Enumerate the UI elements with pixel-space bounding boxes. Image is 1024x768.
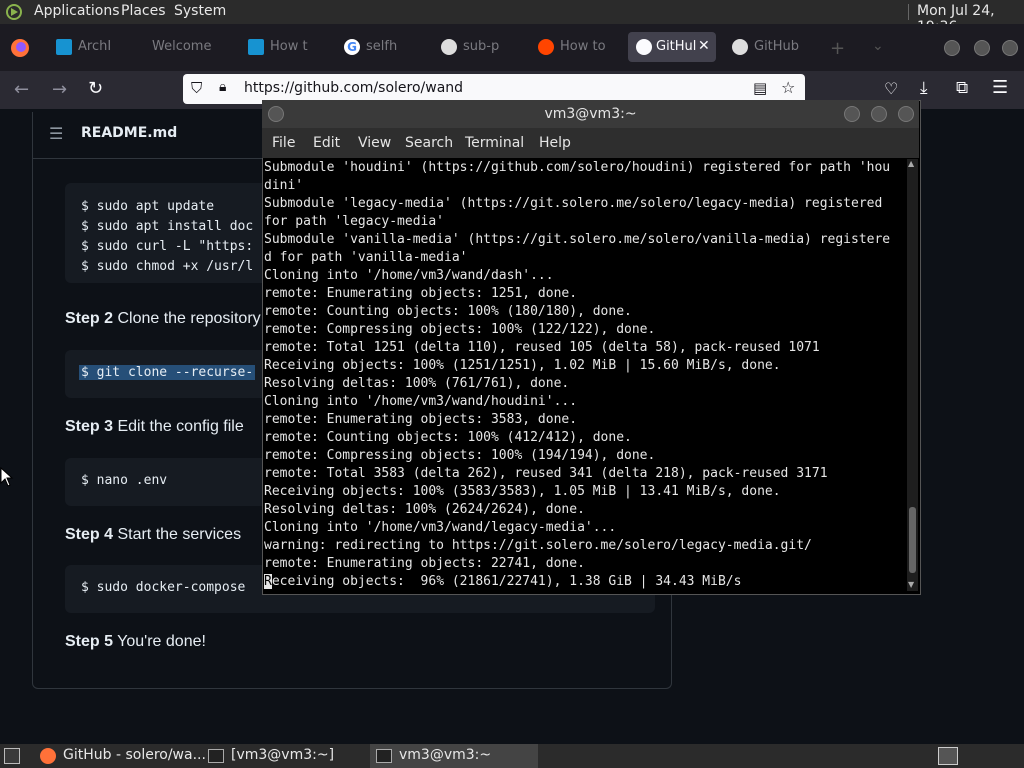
maximize-icon[interactable] [974, 40, 990, 56]
terminal-line: for path 'legacy-media' [264, 214, 445, 229]
step-2-heading: Step 2 Clone the repository [65, 310, 261, 327]
pocket-icon[interactable]: ♡ [884, 79, 898, 98]
bookmark-star-icon[interactable]: ☆ [781, 78, 795, 97]
firefox-icon [40, 748, 56, 764]
terminal-menubar: File Edit View Search Terminal Help [262, 128, 919, 158]
terminal-maximize-icon[interactable] [871, 106, 887, 122]
list-tabs-icon[interactable]: ⌄ [872, 38, 884, 54]
menu-places[interactable]: Places [121, 3, 166, 19]
terminal-line: Submodule 'legacy-media' (https://git.so… [264, 196, 883, 211]
terminal-title: vm3@vm3:~ [544, 106, 637, 122]
terminal-scrollbar[interactable]: ▲ ▼ [907, 159, 918, 591]
terminal-cursor: R [264, 574, 272, 589]
terminal-line: warning: redirecting to https://git.sole… [264, 538, 812, 553]
github-icon [441, 39, 457, 55]
panel-divider [908, 4, 909, 20]
menu-applications[interactable]: Applications [34, 3, 120, 19]
close-tab-icon[interactable]: ✕ [698, 38, 710, 54]
workspace-switcher[interactable] [938, 747, 958, 765]
github-icon [636, 39, 652, 55]
mate-logo-icon[interactable] [6, 4, 24, 20]
url-text[interactable]: https://github.com/solero/wand [244, 80, 463, 96]
close-window-icon[interactable] [1002, 40, 1018, 56]
terminal-titlebar[interactable]: vm3@vm3:~ [262, 100, 919, 128]
step-3-heading: Step 3 Edit the config file [65, 418, 244, 435]
bottom-taskbar: GitHub - solero/wa... [vm3@vm3:~] vm3@vm… [0, 744, 1024, 768]
terminal-line: d for path 'vanilla-media' [264, 250, 468, 265]
tab-selfh[interactable]: G selfh [344, 32, 414, 62]
downloads-icon[interactable]: ⤓ [920, 78, 928, 98]
arch-icon [248, 39, 264, 55]
terminal-line: remote: Enumerating objects: 22741, done… [264, 556, 585, 571]
terminal-menu-edit[interactable]: Edit [313, 135, 340, 151]
tab-how-to[interactable]: How to [538, 32, 614, 62]
terminal-scroll-thumb[interactable] [909, 507, 916, 573]
new-tab-icon[interactable]: + [830, 38, 845, 59]
terminal-line: remote: Enumerating objects: 3583, done. [264, 412, 578, 427]
scroll-up-icon[interactable]: ▲ [908, 159, 914, 168]
terminal-line: Cloning into '/home/vm3/wand/dash'... [264, 268, 554, 283]
terminal-line: remote: Compressing objects: 100% (194/1… [264, 448, 656, 463]
firefox-icon[interactable] [10, 38, 30, 58]
terminal-line: remote: Compressing objects: 100% (122/1… [264, 322, 656, 337]
terminal-line: remote: Counting objects: 100% (412/412)… [264, 430, 632, 445]
terminal-line: Submodule 'vanilla-media' (https://git.s… [264, 232, 891, 247]
tab-how-t[interactable]: How t [248, 32, 318, 62]
task-terminal-1[interactable]: [vm3@vm3:~] [204, 744, 368, 768]
terminal-line: remote: Total 1251 (delta 110), reused 1… [264, 340, 820, 355]
terminal-menu-search[interactable]: Search [405, 135, 453, 151]
terminal-menu-help[interactable]: Help [539, 135, 571, 151]
terminal-line: Resolving deltas: 100% (761/761), done. [264, 376, 570, 391]
terminal-line: Receiving objects: 100% (3583/3583), 1.0… [264, 484, 781, 499]
google-icon: G [344, 39, 360, 55]
step-4-heading: Step 4 Start the services [65, 526, 242, 543]
extensions-icon[interactable]: ⧉ [956, 78, 968, 98]
shield-icon[interactable]: ⛉ [191, 79, 202, 97]
terminal-line: remote: Enumerating objects: 1251, done. [264, 286, 578, 301]
terminal-line: remote: Counting objects: 100% (180/180)… [264, 304, 632, 319]
terminal-output[interactable]: Submodule 'houdini' (https://github.com/… [264, 159, 908, 591]
tab-welcome[interactable]: Welcome [150, 32, 232, 62]
terminal-line: Cloning into '/home/vm3/wand/legacy-medi… [264, 520, 617, 535]
tab-github[interactable]: GitHub [732, 32, 804, 62]
terminal-line: Cloning into '/home/vm3/wand/houdini'... [264, 394, 578, 409]
reddit-icon [538, 39, 554, 55]
minimize-icon[interactable] [944, 40, 960, 56]
terminal-close-icon[interactable] [898, 106, 914, 122]
arch-icon [56, 39, 72, 55]
terminal-icon [376, 749, 392, 763]
terminal-minimize-icon[interactable] [844, 106, 860, 122]
browser-tab-bar: ArchI Welcome How t G selfh sub-p How to… [0, 24, 1024, 71]
terminal-line: Receiving objects: 100% (1251/1251), 1.0… [264, 358, 781, 373]
tab-sub-p[interactable]: sub-p [441, 32, 513, 62]
back-icon[interactable]: ← [14, 79, 29, 100]
terminal-menu-terminal[interactable]: Terminal [465, 135, 524, 151]
github-icon [732, 39, 748, 55]
mouse-cursor-icon [0, 467, 14, 487]
app-menu-icon[interactable]: ☰ [992, 77, 1008, 98]
scroll-down-icon[interactable]: ▼ [908, 580, 914, 589]
readme-title[interactable]: README.md [81, 125, 177, 141]
terminal-menu-file[interactable]: File [272, 135, 295, 151]
menu-system[interactable]: System [174, 3, 226, 19]
reader-view-icon[interactable]: ▤ [753, 79, 767, 97]
lock-icon[interactable]: 🔒︎ [219, 79, 226, 95]
reload-icon[interactable]: ↻ [88, 78, 103, 99]
outline-menu-icon[interactable]: ☰ [49, 124, 63, 143]
terminal-line: Submodule 'houdini' (https://github.com/… [264, 160, 891, 175]
tab-archi[interactable]: ArchI [56, 32, 126, 62]
top-panel: Applications Places System Mon Jul 24, 1… [0, 0, 1024, 35]
task-terminal-2-active[interactable]: vm3@vm3:~ [370, 744, 538, 768]
terminal-icon [208, 749, 224, 763]
step-5-heading: Step 5 You're done! [65, 633, 206, 650]
forward-icon[interactable]: → [52, 79, 67, 100]
terminal-line: remote: Total 3583 (delta 262), reused 3… [264, 466, 828, 481]
terminal-line: Resolving deltas: 100% (2624/2624), done… [264, 502, 585, 517]
show-desktop-icon[interactable] [4, 748, 20, 764]
tab-github-active[interactable]: GitHul ✕ [628, 32, 716, 62]
terminal-line: Receiving objects: 96% (21861/22741), 1.… [264, 574, 742, 589]
terminal-line: dini' [264, 178, 304, 193]
task-firefox[interactable]: GitHub - solero/wa... [34, 744, 206, 768]
terminal-menu-view[interactable]: View [358, 135, 391, 151]
